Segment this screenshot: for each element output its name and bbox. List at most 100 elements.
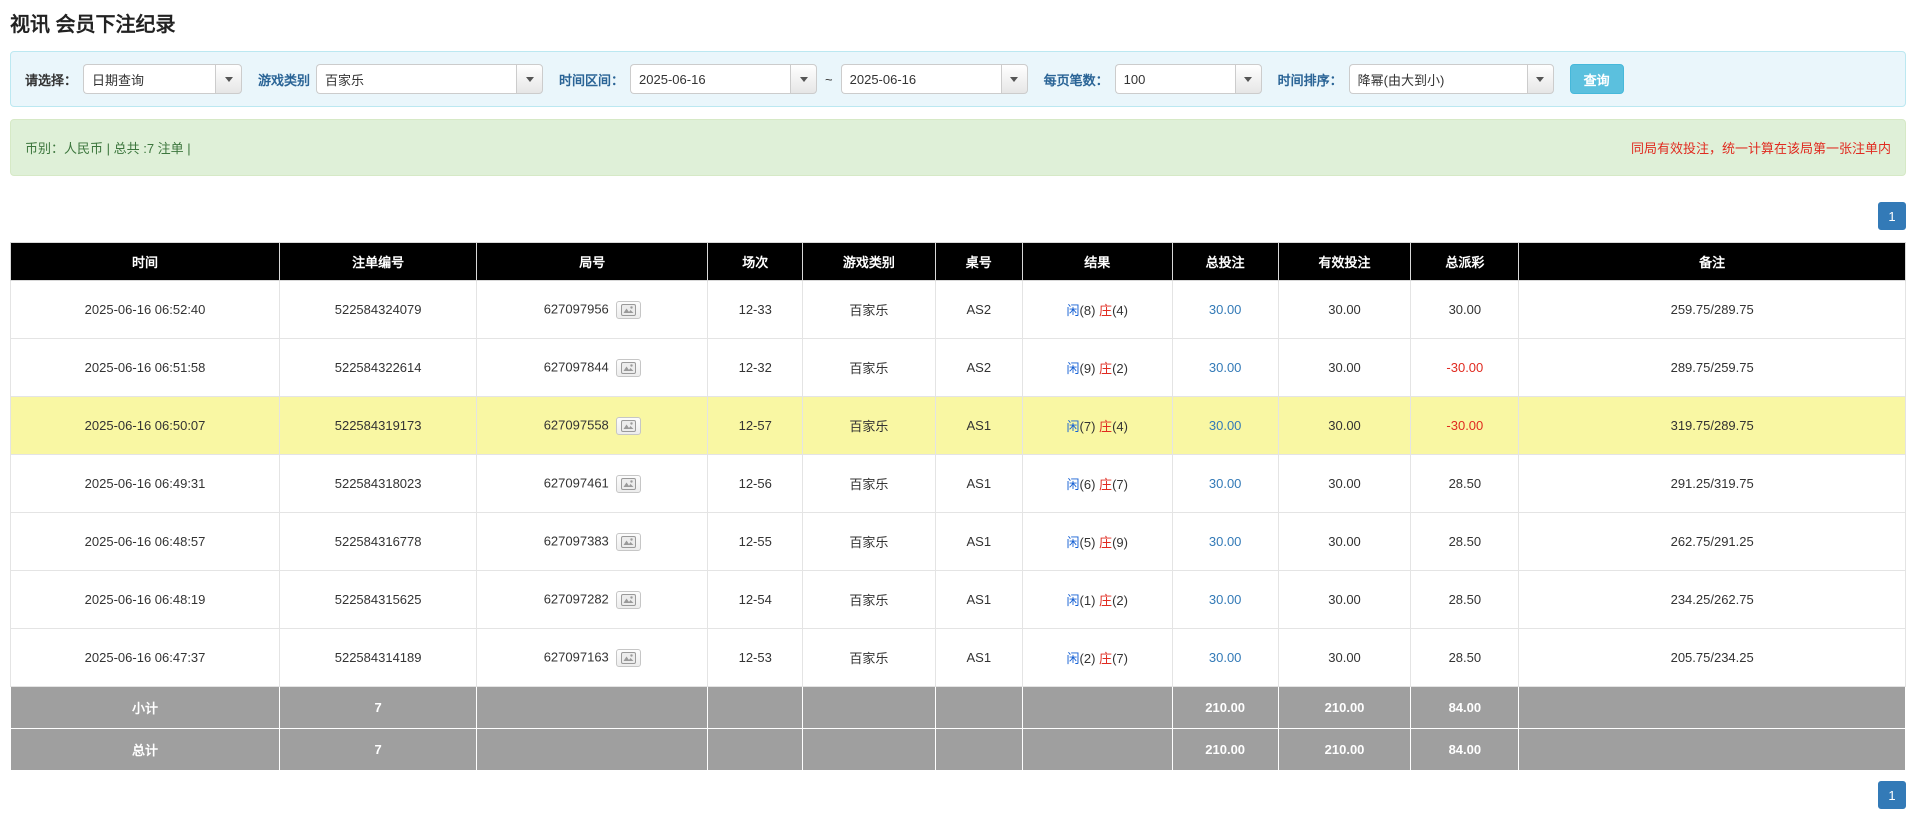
query-type-input[interactable] [83, 64, 216, 94]
cell-round-number: 627097461 [476, 454, 709, 513]
result-banker-label: 庄 [1099, 535, 1113, 550]
total-bet-link[interactable]: 30.00 [1209, 302, 1242, 317]
cell-session: 12-57 [707, 396, 804, 455]
table-row: 2025-06-16 06:51:58 522584322614 627097844… [9, 338, 1906, 397]
result-banker-value: (4) [1112, 303, 1128, 318]
page-size-input[interactable] [1114, 64, 1235, 94]
video-icon [620, 361, 636, 377]
round-number: 627097163 [543, 648, 609, 664]
footer-cell: 210.00 [1171, 686, 1279, 729]
column-header: 总投注 [1171, 242, 1279, 281]
total-bet-link[interactable]: 30.00 [1209, 476, 1242, 491]
footer-cell: 210.00 [1171, 728, 1279, 771]
page-size-label: 每页笔数： [1043, 72, 1109, 88]
page-button-1[interactable]: 1 [1878, 781, 1906, 809]
column-header: 有效投注 [1277, 242, 1412, 281]
cell-time: 2025-06-16 06:52:40 [9, 280, 281, 339]
round-number: 627097558 [543, 416, 609, 432]
cell-valid-bet: 30.00 [1277, 570, 1412, 629]
game-type-input[interactable] [316, 64, 517, 94]
cell-round-number: 627097956 [476, 280, 709, 339]
total-bet-link[interactable]: 30.00 [1209, 360, 1242, 375]
cell-remark: 205.75/234.25 [1518, 628, 1906, 687]
cell-remark: 262.75/291.25 [1518, 512, 1906, 571]
query-type-label: 请选择： [25, 72, 78, 88]
sort-order-input[interactable] [1348, 64, 1527, 94]
sort-order-label: 时间排序： [1277, 72, 1343, 88]
round-number: 627097461 [543, 474, 609, 490]
round-video-button[interactable] [615, 474, 641, 493]
footer-cell [707, 686, 804, 729]
result-player-value: (2) [1079, 651, 1100, 666]
page-size-dropdown-button[interactable] [1234, 64, 1262, 94]
result-player-label: 闲 [1066, 477, 1080, 492]
cell-time: 2025-06-16 06:47:37 [9, 628, 281, 687]
cell-total-bet: 30.00 [1171, 280, 1279, 339]
page: 视讯 会员下注纪录 请选择： 游戏类别 时间区间： ~ 每页笔数： 时间排序： [0, 0, 1916, 829]
cell-round-number: 627097844 [476, 338, 709, 397]
cell-time: 2025-06-16 06:51:58 [9, 338, 281, 397]
result-banker-value: (7) [1112, 477, 1128, 492]
footer-cell [1518, 686, 1906, 729]
video-icon [620, 535, 636, 551]
total-bet-link[interactable]: 30.00 [1209, 592, 1242, 607]
search-button[interactable]: 查询 [1569, 64, 1624, 94]
video-icon [620, 303, 636, 319]
cell-game-type: 百家乐 [802, 512, 936, 571]
footer-cell [934, 728, 1023, 771]
chevron-down-icon [1010, 76, 1019, 82]
chevron-down-icon [525, 76, 534, 82]
result-banker-label: 庄 [1099, 361, 1113, 376]
date-start-combo [630, 64, 818, 94]
video-icon [620, 651, 636, 667]
query-type-dropdown-button[interactable] [215, 64, 243, 94]
result-player-value: (5) [1079, 535, 1100, 550]
summary-text: 币别：人民币 | 总共 :7 注单 | [25, 141, 191, 156]
round-video-button[interactable] [615, 300, 641, 319]
total-bet-link[interactable]: 30.00 [1209, 534, 1242, 549]
chevron-down-icon [1536, 76, 1545, 82]
result-player-value: (7) [1079, 419, 1100, 434]
round-video-button[interactable] [615, 416, 641, 435]
cell-round-number: 627097163 [476, 628, 709, 687]
cell-valid-bet: 30.00 [1277, 512, 1412, 571]
footer-cell: 小计 [9, 686, 281, 729]
date-end-combo [840, 64, 1028, 94]
date-end-dropdown-button[interactable] [1000, 64, 1028, 94]
result-player-value: (1) [1079, 593, 1100, 608]
round-video-button[interactable] [615, 648, 641, 667]
round-video-button[interactable] [615, 358, 641, 377]
cell-valid-bet: 30.00 [1277, 280, 1412, 339]
round-video-button[interactable] [615, 532, 641, 551]
total-bet-link[interactable]: 30.00 [1209, 650, 1242, 665]
column-header: 备注 [1518, 242, 1906, 281]
page-button-1[interactable]: 1 [1878, 202, 1906, 230]
cell-round-number: 627097558 [476, 396, 709, 455]
footer-cell: 7 [279, 728, 478, 771]
result-banker-label: 庄 [1099, 477, 1113, 492]
cell-total-bet: 30.00 [1171, 454, 1279, 513]
sort-order-dropdown-button[interactable] [1526, 64, 1554, 94]
date-start-input[interactable] [630, 64, 791, 94]
column-header: 局号 [476, 242, 709, 281]
footer-cell [1518, 728, 1906, 771]
round-number: 627097383 [543, 532, 609, 548]
filter-bar: 请选择： 游戏类别 时间区间： ~ 每页笔数： 时间排序： [10, 51, 1906, 107]
total-bet-link[interactable]: 30.00 [1209, 418, 1242, 433]
table-row: 2025-06-16 06:52:40 522584324079 627097956… [9, 280, 1906, 339]
table-footer: 小计 7 210.00 210.00 84.00 总计 7 210.00 210.00 84.00 [9, 686, 1906, 771]
result-banker-value: (4) [1112, 419, 1128, 434]
round-video-button[interactable] [615, 590, 641, 609]
game-type-dropdown-button[interactable] [516, 64, 544, 94]
date-start-dropdown-button[interactable] [790, 64, 818, 94]
footer-cell [1021, 728, 1173, 771]
summary-bar: 币别：人民币 | 总共 :7 注单 | 同局有效投注，统一计算在该局第一张注单内 [10, 119, 1906, 176]
footer-cell: 210.00 [1277, 686, 1412, 729]
table-row: 2025-06-16 06:50:07 522584319173 627097558… [9, 396, 1906, 455]
table-row: 2025-06-16 06:47:37 522584314189 627097163… [9, 628, 1906, 687]
chevron-down-icon [224, 76, 233, 82]
result-banker-value: (7) [1112, 651, 1128, 666]
date-end-input[interactable] [840, 64, 1001, 94]
footer-cell: 84.00 [1410, 728, 1520, 771]
cell-bet-number: 522584314189 [279, 628, 478, 687]
